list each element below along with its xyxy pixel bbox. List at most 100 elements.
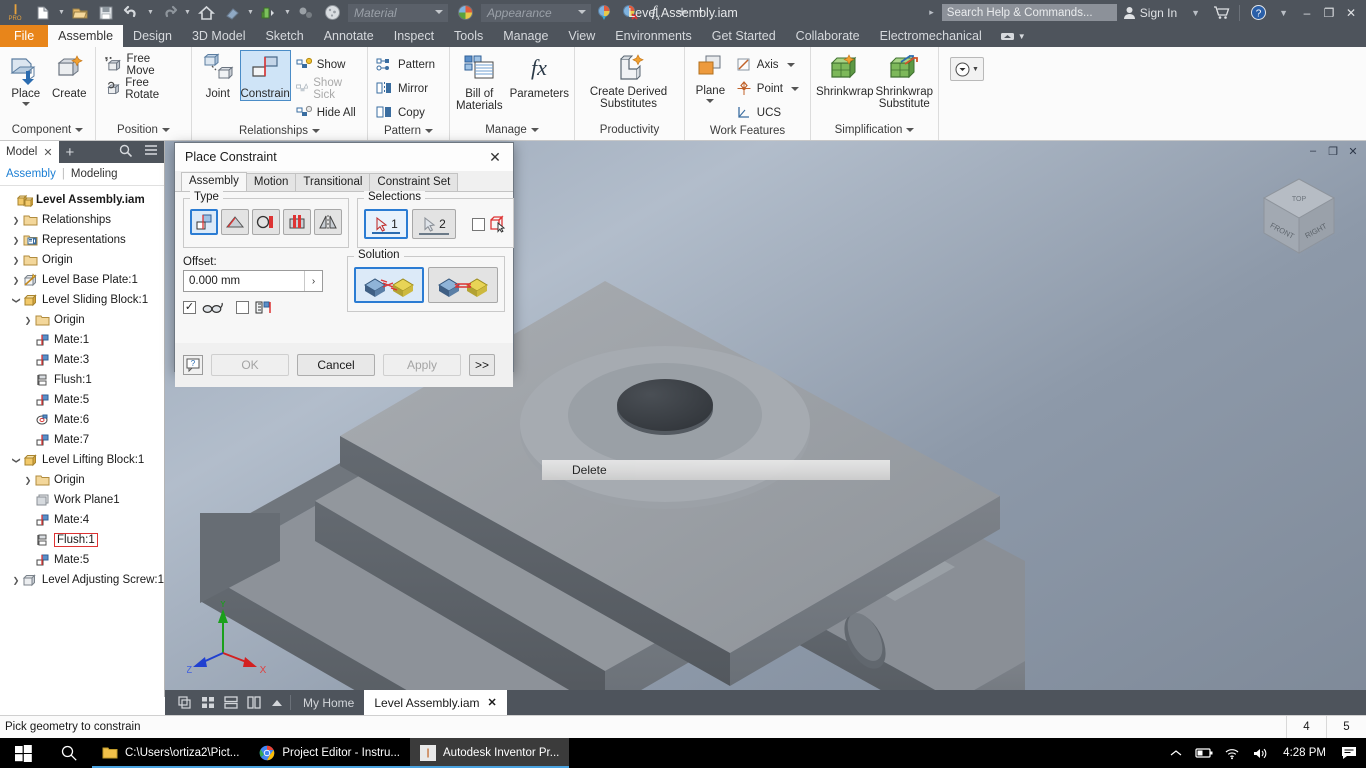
- offset-expand-icon[interactable]: ›: [304, 271, 322, 291]
- selection-1-button[interactable]: 1: [364, 209, 408, 239]
- help-icon[interactable]: ?: [1245, 2, 1271, 24]
- pattern-button[interactable]: Pattern: [373, 53, 441, 76]
- document-tab-close-icon[interactable]: ✕: [488, 696, 497, 709]
- shrinkwrap-button[interactable]: Shrinkwrap: [816, 51, 874, 98]
- taskbar-app-inventor[interactable]: Ⅰ Autodesk Inventor Pr...: [410, 738, 570, 768]
- panel-title-simplification[interactable]: Simplification: [811, 121, 938, 140]
- dialog-tab-constraint-set[interactable]: Constraint Set: [369, 173, 459, 191]
- tree-node-mate-3[interactable]: Mate:3: [0, 350, 164, 370]
- panel-title-component[interactable]: Component: [0, 121, 95, 140]
- constraint-type-symmetry-button[interactable]: [314, 209, 342, 235]
- ribbon-tab-view[interactable]: View: [558, 25, 605, 47]
- selection-2-button[interactable]: 2: [412, 209, 456, 239]
- browser-tab-close-icon[interactable]: ✕: [43, 146, 52, 159]
- tree-node-level-base-plate[interactable]: Level Base Plate:1: [0, 270, 164, 290]
- parameters-fx-icon[interactable]: fx: [643, 2, 669, 24]
- tree-expand-icon[interactable]: [10, 236, 22, 245]
- update-caret-icon[interactable]: ▼: [282, 2, 293, 24]
- battery-icon[interactable]: [1191, 738, 1217, 768]
- tree-node-mate-7[interactable]: Mate:7: [0, 430, 164, 450]
- document-arrow-icon[interactable]: ▸: [921, 7, 942, 18]
- work-plane-button[interactable]: Plane: [690, 51, 731, 103]
- ribbon-display-options-button[interactable]: ▼: [992, 25, 1034, 47]
- panel-title-relationships[interactable]: Relationships: [192, 124, 367, 140]
- return-caret-icon[interactable]: ▼: [245, 2, 256, 24]
- tile-horizontal-icon[interactable]: [219, 690, 242, 715]
- ribbon-tab-file[interactable]: File: [0, 25, 49, 47]
- work-axis-button[interactable]: Axis: [733, 53, 805, 76]
- tree-node-mate-6[interactable]: Mate:6: [0, 410, 164, 430]
- volume-icon[interactable]: [1247, 738, 1273, 768]
- tree-node-origin-root[interactable]: Origin: [0, 250, 164, 270]
- place-constraint-dialog[interactable]: Place Constraint ✕ Assembly Motion Trans…: [174, 142, 514, 387]
- tree-node-origin-sliding[interactable]: Origin: [0, 310, 164, 330]
- ribbon-tab-collaborate[interactable]: Collaborate: [786, 25, 870, 47]
- panel-title-pattern[interactable]: Pattern: [368, 124, 449, 140]
- mirror-button[interactable]: Mirror: [373, 77, 441, 100]
- solution-aligned-button[interactable]: [428, 267, 498, 303]
- tree-node-level-lifting-block[interactable]: Level Lifting Block:1: [0, 450, 164, 470]
- copy-button[interactable]: Copy: [373, 101, 441, 124]
- tree-node-mate-5-sliding[interactable]: Mate:5: [0, 390, 164, 410]
- work-plane-caret-icon[interactable]: [706, 99, 715, 103]
- ribbon-tab-electromechanical[interactable]: Electromechanical: [870, 25, 992, 47]
- tree-node-flush-1-lifting[interactable]: Flush:1: [0, 530, 164, 550]
- cart-icon[interactable]: [1208, 2, 1234, 24]
- context-menu-delete-item[interactable]: Delete: [542, 460, 890, 480]
- new-file-icon[interactable]: [30, 2, 56, 24]
- constraint-type-angle-button[interactable]: [221, 209, 249, 235]
- tile-vertical-icon[interactable]: [242, 690, 265, 715]
- taskbar-clock[interactable]: 4:28 PM: [1275, 747, 1334, 759]
- joint-button[interactable]: Joint: [197, 51, 239, 100]
- tree-node-level-sliding-block[interactable]: Level Sliding Block:1: [0, 290, 164, 310]
- place-caret-icon[interactable]: [21, 102, 30, 106]
- help-caret-icon[interactable]: ▼: [1271, 8, 1296, 18]
- show-preview-checkbox[interactable]: [236, 301, 249, 314]
- tree-expand-icon[interactable]: [10, 216, 22, 225]
- add-to-toolbar-icon[interactable]: +: [669, 2, 695, 24]
- expand-up-icon[interactable]: [265, 690, 288, 715]
- material-dropdown[interactable]: Material: [348, 3, 448, 22]
- tree-node-level-adjusting-screw[interactable]: Level Adjusting Screw:1: [0, 570, 164, 590]
- sign-in-button[interactable]: Sign In: [1117, 6, 1183, 20]
- tile-cascade-icon[interactable]: [173, 690, 196, 715]
- ribbon-tab-manage[interactable]: Manage: [493, 25, 558, 47]
- ribbon-tab-tools[interactable]: Tools: [444, 25, 493, 47]
- tree-expand-icon[interactable]: [10, 276, 22, 285]
- update-icon[interactable]: [256, 2, 282, 24]
- tree-collapse-icon[interactable]: [10, 296, 22, 305]
- dialog-title-bar[interactable]: Place Constraint ✕: [175, 143, 513, 171]
- ribbon-tab-environments[interactable]: Environments: [605, 25, 701, 47]
- view-cube[interactable]: TOP FRONT RIGHT: [1254, 173, 1344, 261]
- new-file-caret-icon[interactable]: ▼: [56, 2, 67, 24]
- taskbar-app-file-explorer[interactable]: C:\Users\ortiza2\Pict...: [92, 738, 250, 768]
- wifi-icon[interactable]: [1219, 738, 1245, 768]
- dialog-tab-transitional[interactable]: Transitional: [295, 173, 371, 191]
- tile-grid-icon[interactable]: [196, 690, 219, 715]
- tree-node-level-assembly[interactable]: Level Assembly.iam: [0, 190, 164, 210]
- dialog-close-button[interactable]: ✕: [483, 145, 507, 169]
- tree-expand-icon[interactable]: [10, 256, 22, 265]
- ribbon-tab-3d-model[interactable]: 3D Model: [182, 25, 256, 47]
- tree-node-relationships[interactable]: Relationships: [0, 210, 164, 230]
- browser-subtab-modeling[interactable]: Modeling: [71, 168, 118, 180]
- browser-subtab-assembly[interactable]: Assembly: [6, 168, 56, 180]
- pick-part-first-checkbox[interactable]: [472, 217, 485, 231]
- redo-icon[interactable]: [156, 2, 182, 24]
- ribbon-tab-design[interactable]: Design: [123, 25, 182, 47]
- hide-all-button[interactable]: Hide All: [292, 101, 362, 124]
- search-icon[interactable]: [113, 144, 138, 160]
- return-icon[interactable]: [219, 2, 245, 24]
- tree-expand-icon[interactable]: [22, 476, 34, 485]
- undo-icon[interactable]: [119, 2, 145, 24]
- ribbon-tab-sketch[interactable]: Sketch: [255, 25, 313, 47]
- ribbon-tab-assemble[interactable]: Assemble: [48, 25, 124, 47]
- work-point-button[interactable]: Point: [733, 77, 805, 100]
- offset-input[interactable]: 0.000 mm ›: [183, 270, 323, 292]
- redo-caret-icon[interactable]: ▼: [182, 2, 193, 24]
- window-minimize-button[interactable]: –: [1296, 0, 1318, 25]
- ucs-button[interactable]: UCS: [733, 101, 805, 124]
- place-component-button[interactable]: Place: [5, 51, 47, 106]
- browser-add-tab-button[interactable]: +: [59, 144, 82, 161]
- tree-node-representations[interactable]: Representations: [0, 230, 164, 250]
